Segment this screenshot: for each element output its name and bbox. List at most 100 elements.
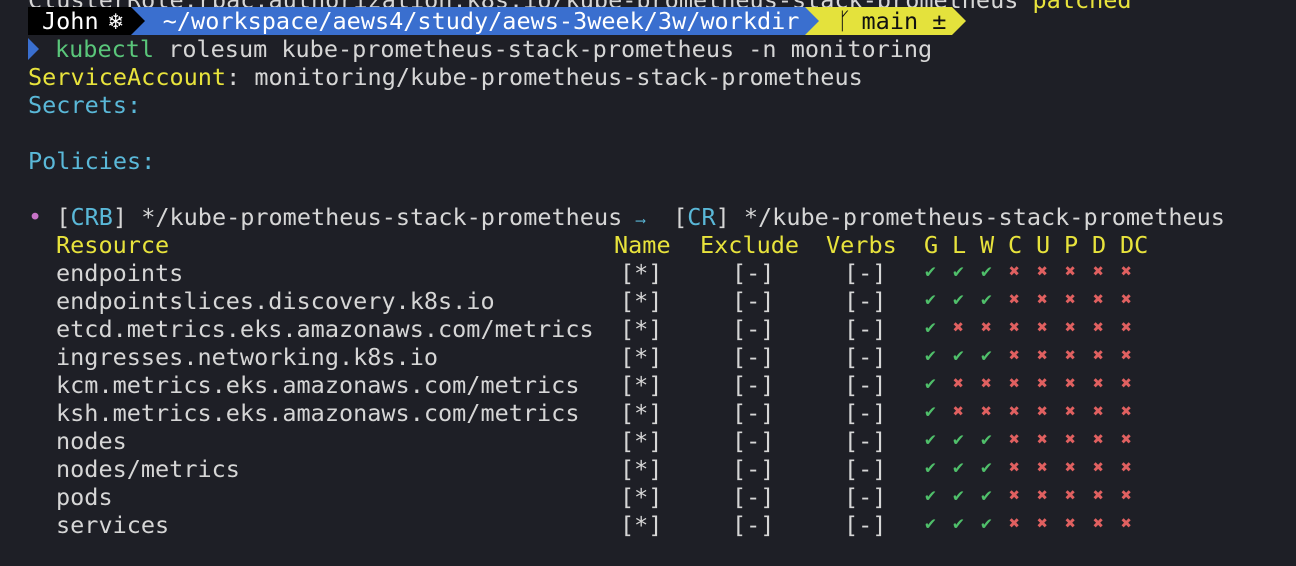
prompt-path-segment: ~/workspace/aews4/study/aews-3week/3w/wo… bbox=[144, 7, 806, 35]
check-icon: ✔ bbox=[925, 289, 936, 310]
command-line[interactable]: kubectl rolesum kube-prometheus-stack-pr… bbox=[28, 35, 932, 63]
cross-icon: ✖ bbox=[1037, 261, 1048, 282]
cell-verbs: [-] bbox=[844, 287, 887, 315]
prompt-branch: main ± bbox=[861, 7, 947, 35]
command-binary: kubectl bbox=[55, 35, 155, 63]
cross-icon: ✖ bbox=[1121, 317, 1132, 338]
header-verb-dc: DC bbox=[1120, 231, 1149, 259]
cross-icon: ✖ bbox=[1065, 317, 1076, 338]
cross-icon: ✖ bbox=[1009, 345, 1020, 366]
cross-icon: ✖ bbox=[1009, 457, 1020, 478]
cell-exclude: [-] bbox=[732, 399, 775, 427]
cell-verbs: [-] bbox=[844, 511, 887, 539]
crb-tag: CRB bbox=[70, 203, 113, 231]
cross-icon: ✖ bbox=[1121, 345, 1132, 366]
service-account-label: ServiceAccount bbox=[28, 63, 227, 91]
secrets-label: Secrets: bbox=[28, 91, 142, 119]
check-icon: ✔ bbox=[981, 261, 992, 282]
cross-icon: ✖ bbox=[1093, 429, 1104, 450]
check-icon: ✔ bbox=[953, 261, 964, 282]
cell-resource: etcd.metrics.eks.amazonaws.com/metrics bbox=[56, 315, 594, 343]
cross-icon: ✖ bbox=[1065, 457, 1076, 478]
cell-name: [*] bbox=[620, 287, 663, 315]
check-icon: ✔ bbox=[981, 513, 992, 534]
cell-verbs: [-] bbox=[844, 399, 887, 427]
header-verb-w: W bbox=[980, 231, 995, 259]
check-icon: ✔ bbox=[953, 457, 964, 478]
cross-icon: ✖ bbox=[1065, 289, 1076, 310]
header-verbs: Verbs bbox=[826, 231, 897, 259]
header-verb-g: G bbox=[924, 231, 939, 259]
cross-icon: ✖ bbox=[1065, 373, 1076, 394]
powerline-end-icon bbox=[952, 7, 967, 35]
crb-name: */kube-prometheus-stack-prometheus bbox=[141, 203, 623, 231]
cross-icon: ✖ bbox=[1121, 513, 1132, 534]
cell-name: [*] bbox=[620, 315, 663, 343]
check-icon: ✔ bbox=[925, 261, 936, 282]
prompt-user: John bbox=[42, 7, 99, 35]
cell-name: [*] bbox=[620, 427, 663, 455]
cross-icon: ✖ bbox=[1093, 317, 1104, 338]
check-icon: ✔ bbox=[953, 513, 964, 534]
prompt-git-segment: ᚴ main ± bbox=[819, 7, 953, 35]
check-icon: ✔ bbox=[981, 345, 992, 366]
check-icon: ✔ bbox=[981, 485, 992, 506]
terminal-window[interactable]: ClusterRole.rbac.authorization.k8s.io/ku… bbox=[0, 0, 1296, 566]
check-icon: ✔ bbox=[953, 485, 964, 506]
powerline-separator-icon bbox=[805, 7, 820, 35]
cell-exclude: [-] bbox=[732, 259, 775, 287]
cell-name: [*] bbox=[620, 399, 663, 427]
check-icon: ✔ bbox=[925, 317, 936, 338]
check-icon: ✔ bbox=[925, 345, 936, 366]
cross-icon: ✖ bbox=[953, 317, 964, 338]
cross-icon: ✖ bbox=[981, 317, 992, 338]
check-icon: ✔ bbox=[925, 485, 936, 506]
cross-icon: ✖ bbox=[1121, 485, 1132, 506]
cell-exclude: [-] bbox=[732, 343, 775, 371]
header-exclude: Exclude bbox=[700, 231, 800, 259]
cell-resource: ingresses.networking.k8s.io bbox=[56, 343, 439, 371]
check-icon: ✔ bbox=[925, 429, 936, 450]
header-resource: Resource bbox=[56, 231, 170, 259]
cell-name: [*] bbox=[620, 371, 663, 399]
prompt-user-segment: John ❄ bbox=[28, 7, 131, 35]
cell-verbs: [-] bbox=[844, 455, 887, 483]
cr-tag: CR bbox=[687, 203, 716, 231]
cell-exclude: [-] bbox=[732, 483, 775, 511]
cell-resource: pods bbox=[56, 483, 113, 511]
cell-name: [*] bbox=[620, 511, 663, 539]
prompt-path: ~/workspace/aews4/study/aews-3week/3w/wo… bbox=[162, 7, 800, 35]
cross-icon: ✖ bbox=[1009, 485, 1020, 506]
check-icon: ✔ bbox=[981, 457, 992, 478]
cross-icon: ✖ bbox=[1009, 401, 1020, 422]
header-verb-p: P bbox=[1064, 231, 1079, 259]
cross-icon: ✖ bbox=[981, 373, 992, 394]
header-verb-u: U bbox=[1036, 231, 1051, 259]
header-verb-l: L bbox=[952, 231, 967, 259]
cell-resource: nodes/metrics bbox=[56, 455, 240, 483]
cross-icon: ✖ bbox=[1037, 457, 1048, 478]
policies-label: Policies: bbox=[28, 147, 156, 175]
cross-icon: ✖ bbox=[1037, 401, 1048, 422]
service-account-line: ServiceAccount: monitoring/kube-promethe… bbox=[28, 63, 863, 91]
cell-exclude: [-] bbox=[732, 371, 775, 399]
cell-name: [*] bbox=[620, 259, 663, 287]
cell-verbs: [-] bbox=[844, 315, 887, 343]
cell-exclude: [-] bbox=[732, 511, 775, 539]
header-name: Name bbox=[614, 231, 671, 259]
cross-icon: ✖ bbox=[1121, 457, 1132, 478]
cell-name: [*] bbox=[620, 455, 663, 483]
cross-icon: ✖ bbox=[1009, 429, 1020, 450]
service-account-value: : monitoring/kube-prometheus-stack-prome… bbox=[226, 63, 863, 91]
cross-icon: ✖ bbox=[1093, 345, 1104, 366]
cross-icon: ✖ bbox=[1093, 289, 1104, 310]
shell-prompt: John ❄ ~/workspace/aews4/study/aews-3wee… bbox=[28, 7, 967, 35]
cross-icon: ✖ bbox=[1065, 345, 1076, 366]
cross-icon: ✖ bbox=[1037, 373, 1048, 394]
arrow-right-icon: ⟶ bbox=[636, 213, 645, 229]
cell-verbs: [-] bbox=[844, 343, 887, 371]
cell-resource: kcm.metrics.eks.amazonaws.com/metrics bbox=[56, 371, 580, 399]
cell-verbs: [-] bbox=[844, 427, 887, 455]
cr-name: */kube-prometheus-stack-prometheus bbox=[743, 203, 1225, 231]
cross-icon: ✖ bbox=[1121, 261, 1132, 282]
